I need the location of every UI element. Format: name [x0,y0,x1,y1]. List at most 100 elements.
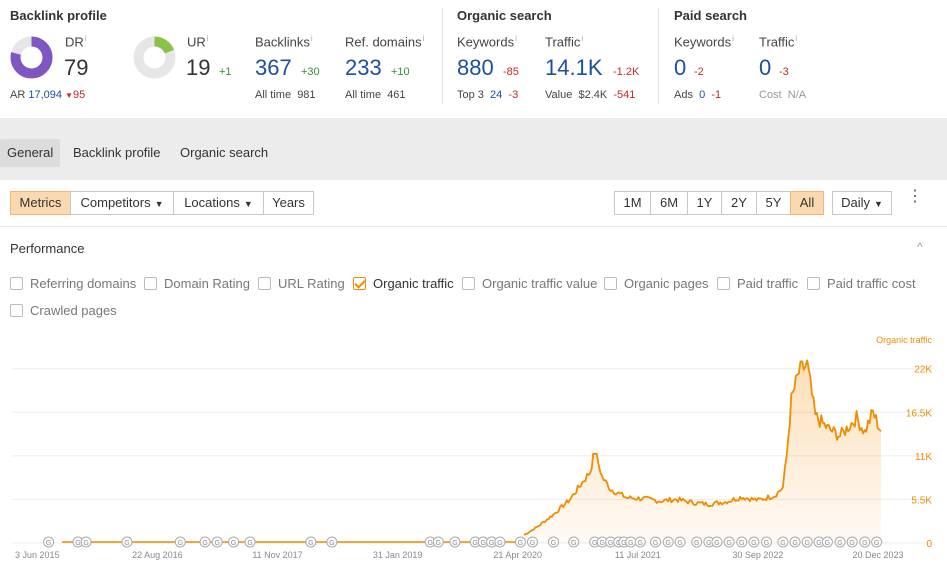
organic-traffic-value[interactable]: 14.1K [545,55,603,81]
tab-general[interactable]: General [0,139,61,167]
paid-traffic-value[interactable]: 0 [759,55,771,81]
backlinks-label[interactable]: Backlinksi [255,34,313,49]
checkbox-url-rating[interactable]: URL Rating [258,276,345,291]
ar-row: AR 17,094 ▼95 [10,89,85,101]
google-update-marker-label: G [837,540,842,547]
google-update-marker-label: G [816,540,821,547]
tab-backlink-profile[interactable]: Backlink profile [66,139,167,167]
performance-title: Performance [10,241,85,256]
info-icon[interactable]: i [732,34,734,43]
cost-row: Cost N/A [759,89,807,101]
google-update-marker-label: G [452,540,457,547]
paid-traffic-label[interactable]: Traffici [759,34,797,49]
paid-keywords-value[interactable]: 0 [674,55,686,81]
google-update-marker-label: G [178,540,183,547]
top3-row: Top 3 24 -3 [457,89,519,101]
google-update-marker-label: G [436,540,441,547]
google-update-marker-label: G [472,540,477,547]
checkbox-organic-traffic[interactable]: Organic traffic [353,276,454,291]
range-1y-button[interactable]: 1Y [687,191,722,215]
google-update-marker-label: G [804,540,809,547]
backlinks-delta: +30 [301,66,320,78]
x-tick-label: 11 Jul 2021 [615,550,661,560]
backlinks-value[interactable]: 367 [255,55,292,81]
dr-value: 79 [64,55,89,80]
x-tick-label: 11 Nov 2017 [252,550,302,560]
collapse-chevron-icon[interactable]: ^ [917,240,923,254]
dr-label[interactable]: DRi [65,34,87,49]
checkbox-crawled-pages[interactable]: Crawled pages [10,303,117,318]
backlink-profile-title: Backlink profile [10,8,107,23]
interval-dropdown[interactable]: Daily ▼ [832,191,892,215]
google-update-marker-label: G [739,540,744,547]
years-button[interactable]: Years [263,191,314,215]
google-update-marker-label: G [530,540,535,547]
google-update-marker-label: G [874,540,879,547]
organic-keywords-value[interactable]: 880 [457,55,494,81]
range-6m-button[interactable]: 6M [650,191,688,215]
traffic-value-row: Value $2.4K -541 [545,89,636,101]
ar-value[interactable]: 17,094 [28,89,62,101]
google-update-marker-label: G [75,540,80,547]
google-update-marker-label: G [751,540,756,547]
info-icon[interactable]: i [515,34,517,43]
range-all-button[interactable]: All [790,191,824,215]
organic-keywords-delta: -85 [503,66,519,78]
google-update-marker-label: G [481,540,486,547]
info-icon[interactable]: i [581,34,583,43]
caret-down-icon: ▼ [873,199,883,209]
ref-domains-value[interactable]: 233 [345,55,382,81]
google-update-marker-label: G [666,540,671,547]
info-icon[interactable]: i [795,34,797,43]
range-5y-button[interactable]: 5Y [756,191,791,215]
y-tick-label: 5.5K [911,495,932,506]
info-icon[interactable]: i [85,34,87,43]
google-update-marker-label: G [792,540,797,547]
x-tick-label: 3 Jun 2015 [15,550,60,560]
google-update-marker-label: G [308,540,313,547]
google-update-marker-label: G [231,540,236,547]
organic-traffic-label[interactable]: Traffici [545,34,583,49]
ref-domains-label[interactable]: Ref. domainsi [345,34,424,49]
locations-dropdown[interactable]: Locations ▼ [173,191,264,215]
info-icon[interactable]: i [311,34,313,43]
google-update-marker-label: G [427,540,432,547]
info-icon[interactable]: i [423,34,425,43]
checkbox-paid-traffic[interactable]: Paid traffic [717,276,798,291]
competitors-dropdown[interactable]: Competitors ▼ [70,191,174,215]
google-update-marker-label: G [706,540,711,547]
checkbox-organic-pages[interactable]: Organic pages [604,276,709,291]
paid-keywords-label[interactable]: Keywordsi [674,34,734,49]
paid-keywords-delta: -2 [694,66,704,78]
metrics-button[interactable]: Metrics [10,191,71,215]
y-tick-label: 22K [914,365,932,376]
ref-domains-alltime: All time 461 [345,89,406,101]
backlinks-alltime: All time 981 [255,89,316,101]
range-1m-button[interactable]: 1M [614,191,651,215]
organic-traffic-delta: -1.2K [613,66,640,78]
ar-label: AR [10,89,26,101]
range-2y-button[interactable]: 2Y [721,191,757,215]
metrics-header: Backlink profile DRi 79 AR 17,094 ▼95 UR… [0,0,947,118]
google-update-marker-label: G [46,540,51,547]
checkbox-referring-domains[interactable]: Referring domains [10,276,136,291]
google-update-marker-label: G [608,540,613,547]
x-tick-label: 21 Apr 2020 [493,550,542,560]
organic-traffic-area [524,360,881,543]
tab-organic-search[interactable]: Organic search [173,139,275,167]
google-update-marker-label: G [489,540,494,547]
ur-label[interactable]: URi [187,34,209,49]
info-icon[interactable]: i [207,34,209,43]
ur-donut-chart [133,36,176,79]
y-tick-label: 0 [926,539,932,550]
chart-legend-label: Organic traffic [876,335,932,345]
google-update-marker-label: G [518,540,523,547]
google-update-marker-label: G [653,540,658,547]
checkbox-domain-rating[interactable]: Domain Rating [144,276,250,291]
more-options-icon[interactable]: ⋮ [905,189,925,205]
google-update-marker-label: G [726,540,731,547]
ar-delta: 95 [72,89,86,101]
checkbox-organic-traffic-value[interactable]: Organic traffic value [462,276,597,291]
organic-keywords-label[interactable]: Keywordsi [457,34,517,49]
checkbox-paid-traffic-cost[interactable]: Paid traffic cost [807,276,916,291]
